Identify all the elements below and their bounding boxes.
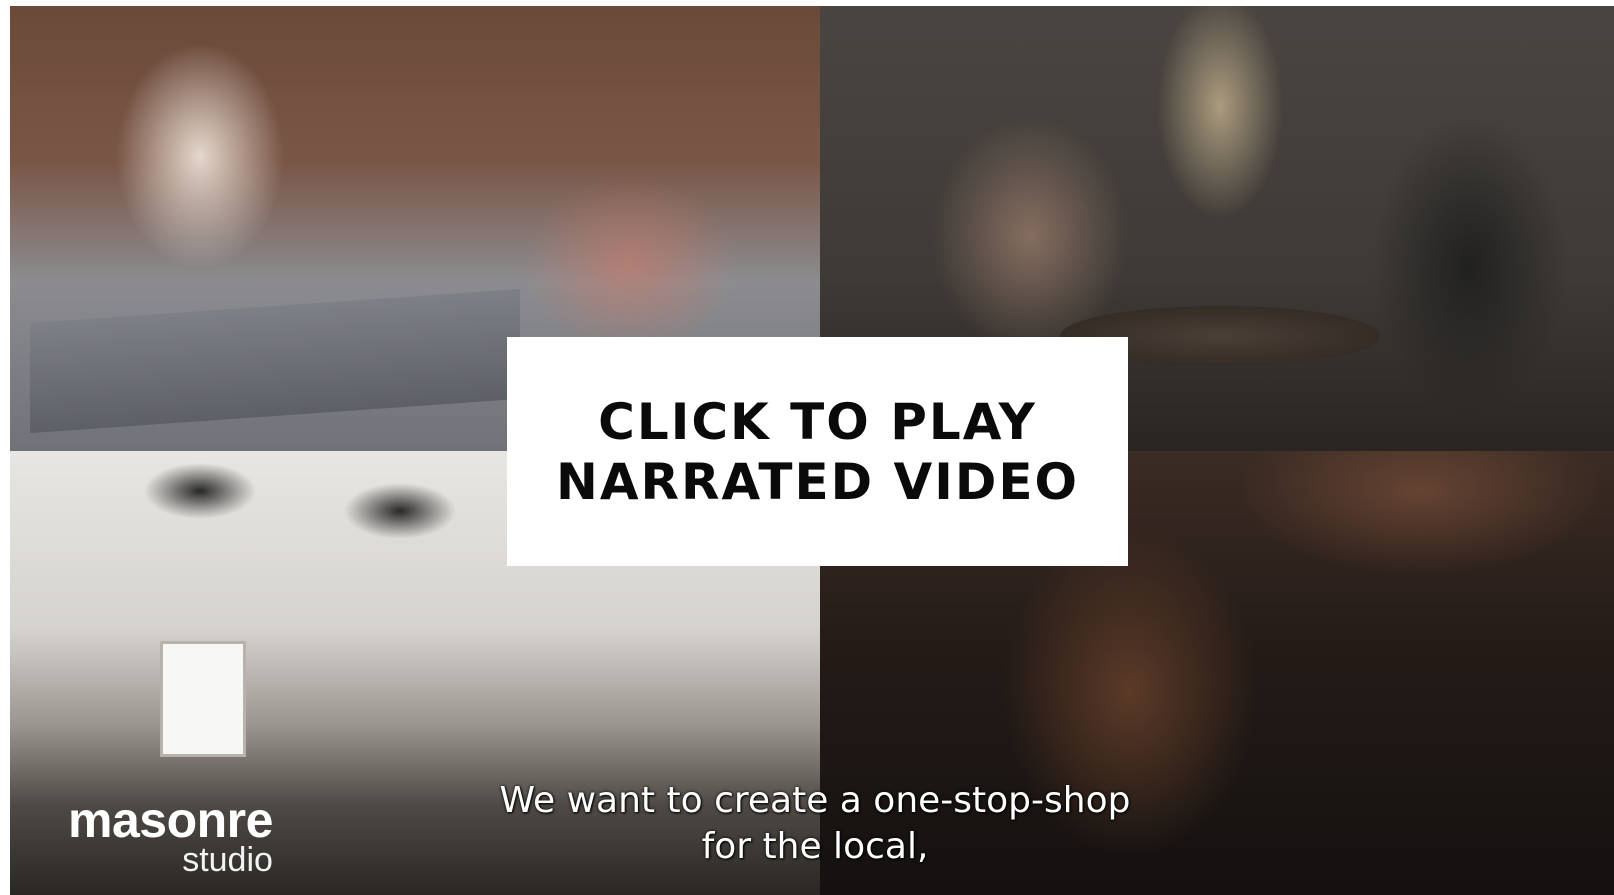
logo-main-text: masonre (68, 792, 273, 848)
cta-line-1: CLICK TO PLAY (598, 392, 1037, 451)
brand-logo: masonre studio (68, 795, 273, 877)
video-subtitles: We want to create a one-stop-shop for th… (400, 778, 1230, 870)
cta-line-2: NARRATED VIDEO (556, 452, 1079, 511)
play-video-button[interactable]: CLICK TO PLAY NARRATED VIDEO (507, 337, 1128, 566)
counter-shape (30, 288, 520, 434)
whiteboard-shape (160, 641, 246, 757)
subtitle-line-2: for the local, (701, 826, 929, 867)
logo-sub-text: studio (182, 841, 273, 879)
subtitle-line-1: We want to create a one-stop-shop (499, 780, 1131, 821)
